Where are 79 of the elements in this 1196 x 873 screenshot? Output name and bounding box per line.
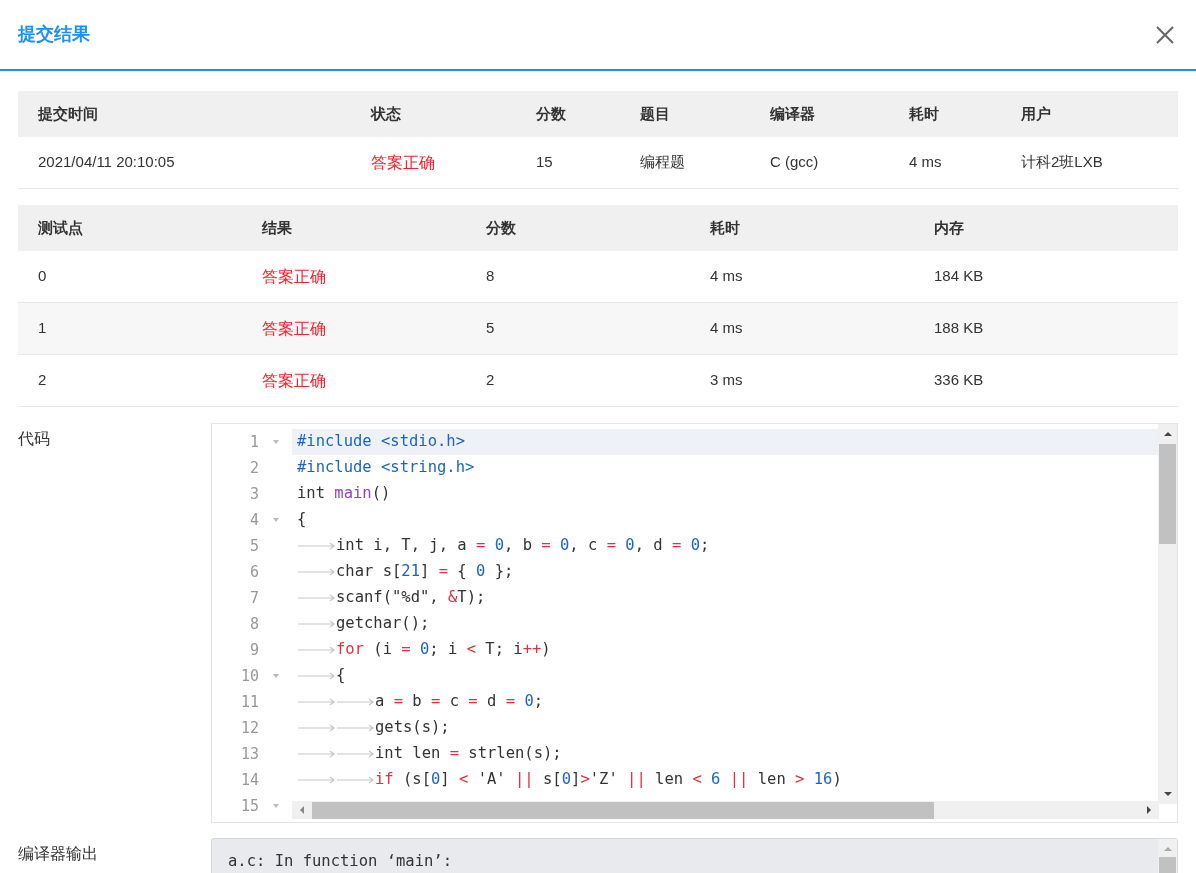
column-header: 提交时间 [38,104,98,122]
table-cell: 184 KB [934,267,984,285]
scroll-up-arrow-icon[interactable] [1162,430,1173,438]
column-header: 编译器 [770,104,815,122]
line-number: 10 [239,665,259,687]
table-cell: 编程题 [640,153,685,171]
table-cell: 答案正确 [262,267,326,285]
line-number: 11 [239,691,259,713]
table-cell: 8 [486,267,495,285]
tab-arrow-icon [297,749,336,759]
column-header: 题目 [640,104,670,122]
table-cell: 4 ms [710,267,743,285]
column-header: 分数 [536,104,566,122]
line-number: 1 [248,431,259,453]
table-cell: 2 [38,371,47,389]
horizontal-scrollbar[interactable] [292,801,1159,819]
column-header: 测试点 [38,218,83,236]
table-cell: 4 ms [710,319,743,337]
vertical-scrollbar[interactable] [1158,424,1177,804]
table-cell: 1 [38,319,47,337]
line-number: 8 [248,613,259,635]
table-cell: 336 KB [934,371,984,389]
tab-arrow-icon [297,775,336,785]
line-number: 4 [248,509,259,531]
compiler-output-label: 编译器输出 [18,845,98,862]
table-cell: 188 KB [934,319,984,337]
scrollbar-thumb[interactable] [312,801,934,819]
table-cell: 3 ms [710,371,743,389]
table-cell: 4 ms [909,153,942,171]
scroll-down-arrow-icon[interactable] [1162,790,1173,798]
table-cell: 15 [536,153,553,171]
line-number: 12 [239,717,259,739]
fold-caret-icon[interactable] [271,439,280,445]
tab-arrow-icon [297,593,336,603]
code-label: 代码 [18,430,50,447]
table-cell: 答案正确 [262,319,326,337]
dialog-title: 提交结果 [18,23,90,46]
line-number: 15 [239,795,259,817]
tab-arrow-icon [297,619,336,629]
column-header: 分数 [486,218,516,236]
tab-arrow-icon [297,697,336,707]
table-cell: 0 [38,267,47,285]
line-number: 14 [239,769,259,791]
fold-caret-icon[interactable] [271,673,280,679]
line-number: 5 [248,535,259,557]
column-header: 耗时 [710,218,740,236]
line-number: 6 [248,561,259,583]
line-number: 7 [248,587,259,609]
table-cell: 计科2班LXB [1021,153,1103,171]
table-cell: 答案正确 [262,371,326,389]
tab-arrow-icon [297,671,336,681]
line-number: 13 [239,743,259,765]
line-number: 3 [248,483,259,505]
column-header: 状态 [371,104,401,122]
table-cell: 2 [486,371,495,389]
line-number: 2 [248,457,259,479]
line-number: 9 [248,639,259,661]
table-cell: 2021/04/11 20:10:05 [38,153,175,171]
column-header: 结果 [262,218,292,236]
compiler-output-text: a.c: In function ‘main’: [228,852,452,870]
column-header: 耗时 [909,104,939,122]
column-header: 用户 [1021,104,1051,122]
tab-arrow-icon [297,541,336,551]
table-cell: 答案正确 [371,153,435,171]
table-cell: C (gcc) [770,153,819,171]
tab-arrow-icon [336,775,375,785]
scroll-left-arrow-icon[interactable] [298,805,306,815]
tab-arrow-icon [297,723,336,733]
tab-arrow-icon [297,567,336,577]
tab-arrow-icon [297,645,336,655]
table-cell: 5 [486,319,495,337]
column-header: 内存 [934,218,964,236]
tab-arrow-icon [336,749,375,759]
fold-caret-icon[interactable] [271,803,280,809]
scrollbar-thumb[interactable] [1159,444,1176,544]
tab-arrow-icon [336,723,375,733]
fold-caret-icon[interactable] [271,517,280,523]
tab-arrow-icon [336,697,375,707]
scroll-right-arrow-icon[interactable] [1145,805,1153,815]
